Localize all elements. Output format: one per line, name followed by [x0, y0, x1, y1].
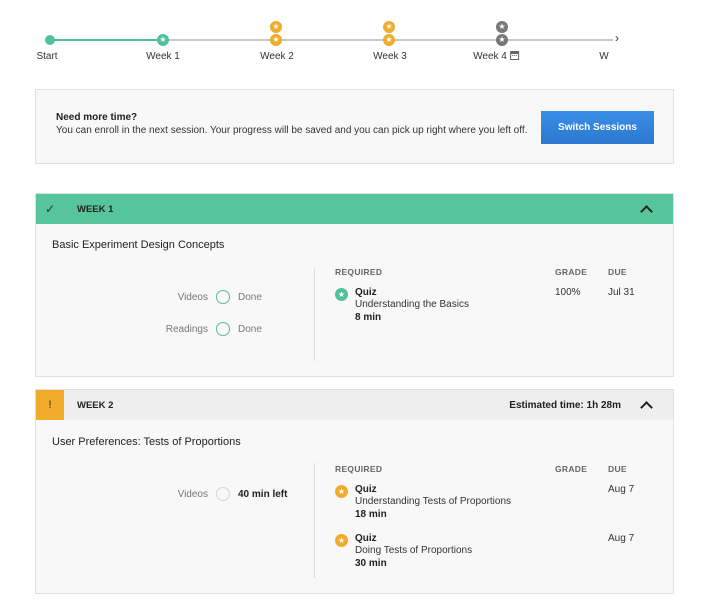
timeline-label-week4[interactable]: Week 4 [473, 51, 519, 62]
week-1-section: ✓ WEEK 1 Basic Experiment Design Concept… [35, 193, 674, 377]
chevron-up-icon[interactable] [639, 398, 653, 412]
week-2-section: ! WEEK 2 Estimated time: 1h 28m User Pre… [35, 389, 674, 594]
required-column-header: REQUIRED [335, 267, 383, 277]
timeline-week1-star-icon[interactable]: ★ [157, 34, 169, 46]
timeline-progress-track [50, 39, 163, 41]
chevron-right-icon[interactable]: › [615, 31, 619, 45]
item-name[interactable]: Understanding Tests of Proportions [355, 496, 511, 507]
timeline-label-week1[interactable]: Week 1 [146, 51, 180, 62]
module-title: Basic Experiment Design Concepts [52, 239, 225, 251]
item-due: Aug 7 [608, 533, 635, 544]
checkmark-icon: ✓ [44, 202, 56, 216]
timeline-label-week2[interactable]: Week 2 [260, 51, 294, 62]
due-column-header: DUE [608, 464, 627, 474]
timeline-week4-star-icon[interactable]: ★ [496, 21, 508, 33]
warning-icon: ! [36, 390, 64, 420]
estimated-time: Estimated time: 1h 28m [509, 399, 621, 411]
timeline-week3-star-icon[interactable]: ★ [383, 34, 395, 46]
progress-status: Done [238, 323, 262, 335]
timeline-node-start[interactable] [45, 35, 55, 45]
item-grade: 100% [555, 287, 581, 298]
star-icon: ★ [335, 485, 348, 498]
grade-column-header: GRADE [555, 464, 588, 474]
item-due: Jul 31 [608, 287, 635, 298]
required-column-header: REQUIRED [335, 464, 383, 474]
module-title: User Preferences: Tests of Proportions [52, 436, 241, 448]
star-icon: ★ [335, 534, 348, 547]
due-column-header: DUE [608, 267, 627, 277]
progress-circle-icon [216, 322, 230, 336]
progress-label: Videos [177, 291, 208, 303]
item-type[interactable]: Quiz [355, 533, 377, 544]
progress-status: Done [238, 291, 262, 303]
timeline-week3-star-icon[interactable]: ★ [383, 21, 395, 33]
calendar-icon [509, 51, 519, 60]
progress-label: Readings [165, 323, 208, 335]
week-1-header[interactable]: ✓ WEEK 1 [36, 194, 673, 224]
chevron-up-icon[interactable] [639, 202, 653, 216]
item-duration: 18 min [355, 509, 387, 520]
timeline-label-week3[interactable]: Week 3 [373, 51, 407, 62]
need-more-time-banner: Need more time? You can enroll in the ne… [35, 89, 674, 164]
progress-circle-icon [216, 290, 230, 304]
grade-column-header: GRADE [555, 267, 588, 277]
progress-label: Videos [177, 488, 208, 500]
item-type[interactable]: Quiz [355, 484, 377, 495]
progress-circle-icon [216, 487, 230, 501]
timeline-label-week5[interactable]: W [599, 51, 608, 62]
timeline-week4-star-icon[interactable]: ★ [496, 34, 508, 46]
week-2-title: WEEK 2 [77, 399, 114, 411]
item-due: Aug 7 [608, 484, 635, 495]
switch-sessions-button[interactable]: Switch Sessions [541, 111, 654, 144]
item-type[interactable]: Quiz [355, 287, 377, 298]
timeline-label-start[interactable]: Start [36, 51, 57, 62]
readings-progress: Readings Done [138, 322, 262, 336]
week-1-title: WEEK 1 [77, 203, 114, 215]
item-name[interactable]: Doing Tests of Proportions [355, 545, 472, 556]
column-divider [314, 463, 315, 578]
timeline-week2-star-icon[interactable]: ★ [270, 21, 282, 33]
banner-text: You can enroll in the next session. Your… [56, 125, 528, 136]
videos-progress: Videos 40 min left [138, 487, 287, 501]
course-timeline: Start ★ Week 1 ★ ★ Week 2 ★ ★ Week 3 ★ ★… [0, 0, 709, 70]
videos-progress: Videos Done [138, 290, 262, 304]
star-icon: ★ [335, 288, 348, 301]
timeline-label-week4-text: Week 4 [473, 51, 507, 62]
item-name[interactable]: Understanding the Basics [355, 299, 469, 310]
item-duration: 30 min [355, 558, 387, 569]
timeline-week2-star-icon[interactable]: ★ [270, 34, 282, 46]
week-2-header[interactable]: ! WEEK 2 Estimated time: 1h 28m [36, 390, 673, 420]
banner-title: Need more time? [56, 112, 138, 123]
progress-status: 40 min left [238, 488, 288, 500]
column-divider [314, 268, 315, 361]
item-duration: 8 min [355, 312, 382, 323]
